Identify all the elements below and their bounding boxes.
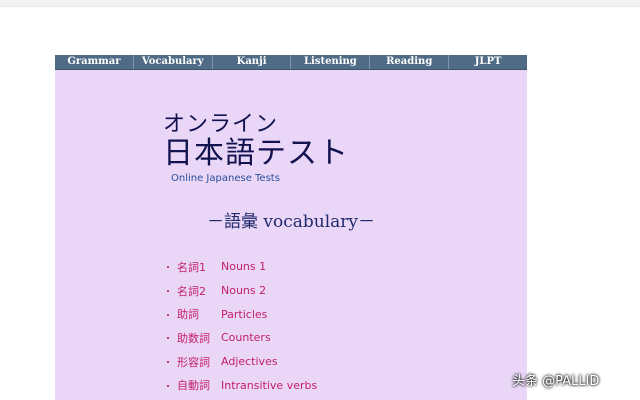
browser-top-strip: [0, 0, 640, 7]
menu-item-en-label: Counters: [221, 331, 271, 345]
menu-item-jp-label: 名詞1: [177, 260, 206, 274]
watermark-text: 头条 @PALLID: [512, 374, 600, 389]
site-title-small: オンライン: [163, 112, 279, 137]
menu-item-jp-label: 名詞2: [177, 284, 206, 298]
menu-item-nouns-1[interactable]: ・ 名詞1 Nouns 1: [163, 255, 317, 279]
menu-item-intransitive-verbs[interactable]: ・ 自動詞 Intransitive verbs: [163, 373, 317, 397]
menu-item-nouns-2[interactable]: ・ 名詞2 Nouns 2: [163, 279, 317, 303]
bullet-icon: ・: [163, 358, 173, 370]
bullet-icon: ・: [163, 310, 173, 322]
menu-item-adjectives[interactable]: ・ 形容詞 Adjectives: [163, 350, 317, 374]
bullet-icon: ・: [163, 381, 173, 393]
menu-item-en-label: Nouns 2: [221, 284, 267, 298]
vocabulary-menu: ・ 名詞1 Nouns 1 ・ 名詞2 Nouns 2 ・ 助詞 Particl…: [163, 255, 317, 397]
site-title-main: 日本語テスト: [163, 136, 349, 171]
menu-item-en-label: Nouns 1: [221, 260, 267, 274]
nav-item-vocabulary[interactable]: Vocabulary: [134, 55, 213, 69]
menu-item-counters[interactable]: ・ 助数詞 Counters: [163, 326, 317, 350]
menu-item-jp-label: 助数詞: [177, 331, 210, 345]
nav-item-grammar[interactable]: Grammar: [55, 55, 134, 69]
nav-item-reading[interactable]: Reading: [370, 55, 450, 69]
nav-item-listening[interactable]: Listening: [291, 55, 371, 69]
bullet-icon: ・: [163, 334, 173, 346]
menu-item-en-label: Intransitive verbs: [221, 378, 318, 392]
nav-item-jlpt[interactable]: JLPT: [449, 55, 527, 69]
nav-item-kanji[interactable]: Kanji: [213, 55, 292, 69]
menu-item-particles[interactable]: ・ 助詞 Particles: [163, 302, 317, 326]
site-title-block: オンライン 日本語テスト Online Japanese Tests: [163, 113, 349, 185]
menu-item-jp-label: 助詞: [177, 308, 199, 322]
menu-item-en-label: Particles: [221, 307, 268, 321]
menu-item-jp-label: 形容詞: [177, 355, 210, 369]
bullet-icon: ・: [163, 263, 173, 275]
page-content: Grammar Vocabulary Kanji Listening Readi…: [55, 55, 527, 400]
top-nav-bar: Grammar Vocabulary Kanji Listening Readi…: [55, 55, 527, 70]
site-subtitle: Online Japanese Tests: [171, 173, 280, 184]
bullet-icon: ・: [163, 287, 173, 299]
menu-item-en-label: Adjectives: [221, 355, 278, 369]
section-heading: －語彙 vocabulary－: [206, 212, 376, 232]
menu-item-jp-label: 自動詞: [177, 379, 210, 393]
